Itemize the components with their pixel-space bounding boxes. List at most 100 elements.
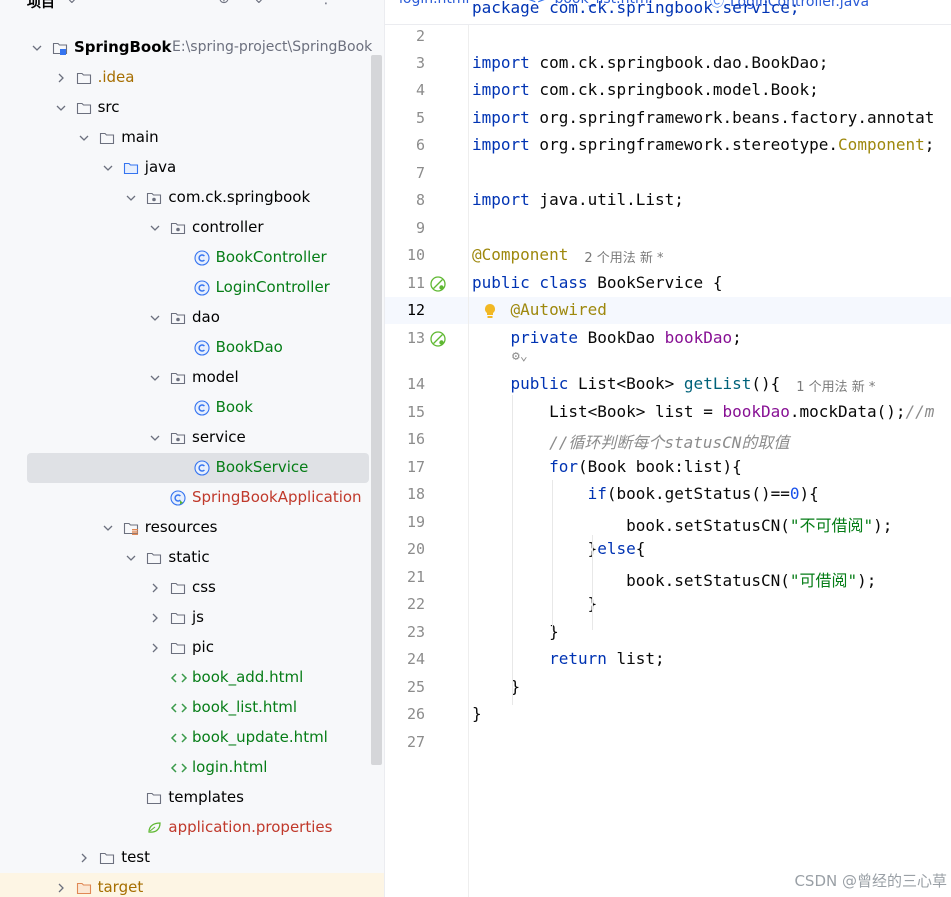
chevron-right-icon[interactable]: [55, 882, 67, 894]
line-number[interactable]: 22: [385, 595, 425, 613]
code-line[interactable]: 19 book.setStatusCN("不可借阅");: [385, 509, 951, 536]
code-line[interactable]: 12 @Autowired: [385, 297, 951, 324]
code-line[interactable]: 23 }: [385, 619, 951, 646]
chevron-down-icon[interactable]: [102, 162, 114, 174]
more-options-icon[interactable]: ⋮: [319, 0, 333, 7]
chevron-down-icon[interactable]: [125, 552, 137, 564]
chevron-down-icon[interactable]: [55, 102, 67, 114]
tree-item[interactable]: main: [0, 123, 384, 153]
code-line[interactable]: 5 import org.springframework.beans.factor…: [385, 105, 951, 132]
code-line[interactable]: 15 List<Book> list = bookDao.mockData();…: [385, 399, 951, 426]
chevron-down-icon[interactable]: [102, 522, 114, 534]
tree-item[interactable]: pic: [0, 633, 384, 663]
line-number[interactable]: 6: [385, 136, 425, 154]
code-line[interactable]: 14 public List<Book> getList(){1 个用法 新 *: [385, 371, 951, 398]
chevron-right-icon[interactable]: [149, 642, 161, 654]
usage-hint[interactable]: 1 个用法 新 *: [796, 376, 875, 395]
line-number[interactable]: 10: [385, 246, 425, 264]
bean-icon[interactable]: [429, 275, 447, 293]
tree-item[interactable]: SpringBookApplication: [0, 483, 384, 513]
code-line[interactable]: 8 import java.util.List;: [385, 187, 951, 214]
code-line[interactable]: 6 import org.springframework.stereotype.C…: [385, 132, 951, 159]
code-line[interactable]: package com.ck.springbook.service;: [385, 0, 951, 22]
line-number[interactable]: 25: [385, 678, 425, 696]
code-line[interactable]: 20 }else{: [385, 536, 951, 563]
line-number[interactable]: 3: [385, 54, 425, 72]
line-number[interactable]: 18: [385, 485, 425, 503]
chevron-right-icon[interactable]: [78, 852, 90, 864]
tree-item[interactable]: .idea: [0, 63, 384, 93]
line-number[interactable]: 15: [385, 403, 425, 421]
tree-item[interactable]: templates: [0, 783, 384, 813]
project-panel-title[interactable]: 项目: [27, 0, 55, 12]
code-line[interactable]: 24 return list;: [385, 646, 951, 673]
tree-item[interactable]: test: [0, 843, 384, 873]
line-number[interactable]: 27: [385, 733, 425, 751]
line-number[interactable]: 12: [385, 301, 425, 319]
chevron-down-icon[interactable]: [31, 42, 43, 54]
code-line[interactable]: 18 if(book.getStatus()==0){: [385, 481, 951, 508]
tree-item[interactable]: login.html: [0, 753, 384, 783]
tree-item[interactable]: model: [0, 363, 384, 393]
tree-item[interactable]: js: [0, 603, 384, 633]
chevron-down-icon[interactable]: [78, 132, 90, 144]
line-number[interactable]: 8: [385, 191, 425, 209]
tree-item[interactable]: java: [0, 153, 384, 183]
tree-item[interactable]: BookController: [0, 243, 384, 273]
line-number[interactable]: 17: [385, 458, 425, 476]
tree-item[interactable]: LoginController: [0, 273, 384, 303]
line-number[interactable]: 4: [385, 81, 425, 99]
inlay-hint-row[interactable]: ⚙⌄: [385, 349, 951, 371]
code-editor[interactable]: login.html<>book_list.htmlⒸLoginControll…: [384, 0, 951, 897]
ai-assist-icon[interactable]: ⚙⌄: [512, 349, 528, 364]
tree-item[interactable]: SpringBook E:\spring-project\SpringBook: [0, 33, 384, 63]
tree-item[interactable]: css: [0, 573, 384, 603]
expand-all-icon[interactable]: ⌄: [253, 0, 265, 7]
collapse-all-icon[interactable]: ⌃: [286, 0, 298, 7]
code-line[interactable]: 17 for(Book book:list){: [385, 454, 951, 481]
chevron-right-icon[interactable]: [149, 582, 161, 594]
tree-item[interactable]: com.ck.springbook: [0, 183, 384, 213]
line-number[interactable]: 19: [385, 513, 425, 531]
dropdown-chevron-icon[interactable]: ⌄: [66, 0, 78, 7]
code-line[interactable]: 2: [385, 23, 951, 50]
tree-item[interactable]: BookService: [0, 453, 384, 483]
tree-item[interactable]: BookDao: [0, 333, 384, 363]
tree-scrollbar[interactable]: [371, 55, 382, 765]
line-number[interactable]: 21: [385, 568, 425, 586]
code-line[interactable]: 26}: [385, 701, 951, 728]
code-line[interactable]: 25 }: [385, 674, 951, 701]
tree-item[interactable]: static: [0, 543, 384, 573]
line-number[interactable]: 14: [385, 375, 425, 393]
chevron-right-icon[interactable]: [55, 72, 67, 84]
code-line[interactable]: 7: [385, 160, 951, 187]
tree-item[interactable]: application.properties: [0, 813, 384, 843]
chevron-down-icon[interactable]: [125, 192, 137, 204]
line-number[interactable]: 11: [385, 274, 425, 292]
code-line[interactable]: 3 import com.ck.springbook.dao.BookDao;: [385, 50, 951, 77]
chevron-down-icon[interactable]: [149, 372, 161, 384]
chevron-down-icon[interactable]: [149, 432, 161, 444]
code-line[interactable]: 10 @Component 2 个用法 新 *: [385, 242, 951, 269]
tree-item[interactable]: Book: [0, 393, 384, 423]
code-line[interactable]: 9: [385, 215, 951, 242]
tree-item[interactable]: resources: [0, 513, 384, 543]
usage-hint[interactable]: 2 个用法 新 *: [584, 247, 663, 266]
line-number[interactable]: 13: [385, 329, 425, 347]
tree-item[interactable]: controller: [0, 213, 384, 243]
line-number[interactable]: 7: [385, 164, 425, 182]
chevron-down-icon[interactable]: [149, 222, 161, 234]
tree-item[interactable]: service: [0, 423, 384, 453]
line-number[interactable]: 16: [385, 430, 425, 448]
code-line[interactable]: 11 public class BookService {: [385, 270, 951, 297]
line-number[interactable]: 26: [385, 705, 425, 723]
line-number[interactable]: 9: [385, 219, 425, 237]
chevron-down-icon[interactable]: [149, 312, 161, 324]
tree-item[interactable]: target: [0, 873, 384, 897]
code-line[interactable]: 21 book.setStatusCN("可借阅");: [385, 564, 951, 591]
tree-item[interactable]: book_update.html: [0, 723, 384, 753]
chevron-right-icon[interactable]: [149, 612, 161, 624]
tree-item[interactable]: book_list.html: [0, 693, 384, 723]
line-number[interactable]: 23: [385, 623, 425, 641]
locate-file-icon[interactable]: ⊕: [218, 0, 230, 7]
